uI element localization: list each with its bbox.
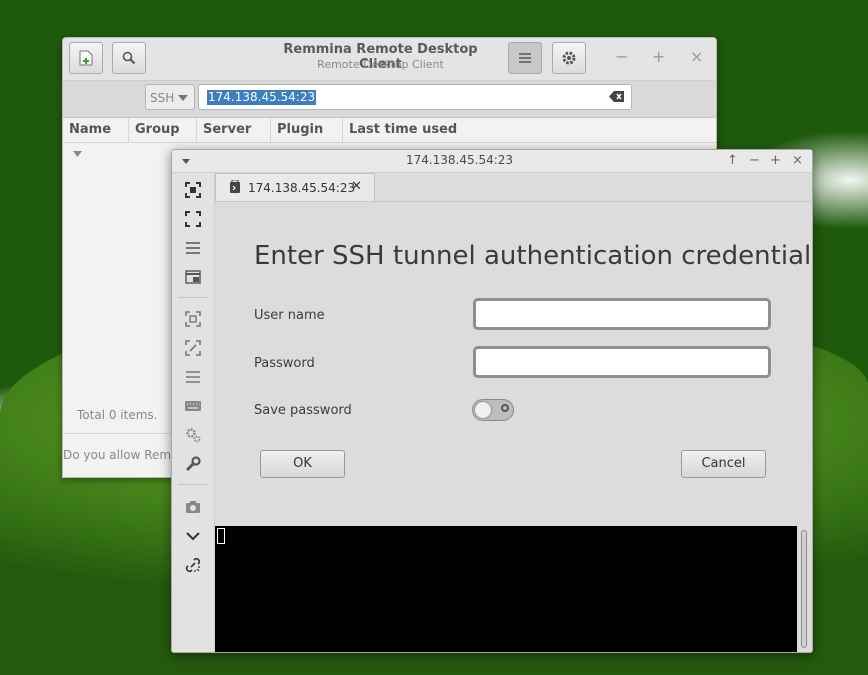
resize-icon (185, 340, 201, 356)
minimize-window-button[interactable] (182, 525, 204, 547)
connection-tabbar: 174.138.45.54:23 ✕ (215, 173, 812, 202)
main-header-bar: Remmina Remote Desktop Client Remote Des… (63, 38, 716, 81)
column-group[interactable]: Group (129, 118, 197, 142)
grab-keyboard-button[interactable] (182, 395, 204, 417)
keep-above-button[interactable]: ↑ (727, 153, 738, 168)
list-icon (186, 242, 200, 254)
new-document-icon (79, 50, 93, 66)
toggle-knob (474, 401, 492, 419)
window-subtitle: Remote Desktop Client (317, 58, 444, 71)
save-password-label: Save password (254, 403, 352, 418)
column-name[interactable]: Name (63, 118, 129, 157)
auth-dialog: Enter SSH tunnel authentication credenti… (215, 202, 812, 526)
connection-tab[interactable]: 174.138.45.54:23 ✕ (215, 173, 375, 201)
column-last-used[interactable]: Last time used (343, 118, 716, 142)
minimize-button[interactable]: − (615, 47, 628, 66)
tab-close-icon[interactable]: ✕ (351, 179, 362, 194)
minimize-button[interactable]: − (749, 153, 760, 168)
password-label: Password (254, 356, 315, 371)
status-divider (63, 433, 173, 434)
new-connection-button[interactable] (69, 42, 103, 74)
tools-button[interactable] (182, 453, 204, 475)
username-label: User name (254, 308, 325, 323)
toolbar-separator (178, 297, 208, 298)
fullscreen-icon (185, 211, 201, 227)
fit-window-icon (185, 182, 201, 198)
search-icon (122, 51, 136, 65)
scale-icon (185, 311, 201, 327)
scaled-mode-button[interactable] (182, 308, 204, 330)
protocol-value: SSH (150, 91, 175, 105)
connection-window: 174.138.45.54:23 ↑ − + × 174.138.45.54:2… (171, 149, 813, 653)
multi-monitor-button[interactable] (182, 266, 204, 288)
address-value: 174.138.45.54:23 (207, 90, 317, 105)
fit-window-button[interactable] (182, 179, 204, 201)
close-button[interactable]: × (690, 47, 703, 66)
auth-heading: Enter SSH tunnel authentication credenti… (254, 241, 813, 271)
gear-icon (562, 51, 576, 65)
screenshot-button[interactable] (182, 496, 204, 518)
connection-toolbar (172, 173, 215, 652)
menu-button[interactable] (508, 42, 542, 74)
close-button[interactable]: × (792, 153, 803, 168)
password-field[interactable] (473, 346, 771, 378)
disconnect-icon (185, 557, 201, 573)
total-items-label: Total 0 items. (77, 408, 158, 422)
connection-list-header: Name Group Server Plugin Last time used (63, 118, 716, 157)
chevron-down-icon (178, 95, 188, 101)
cancel-button[interactable]: Cancel (681, 450, 766, 478)
sort-down-icon (73, 151, 82, 157)
ssh-terminal-icon (230, 180, 240, 193)
address-input[interactable]: 174.138.45.54:23 (198, 84, 632, 110)
protocol-select[interactable]: SSH (145, 84, 195, 110)
tab-label: 174.138.45.54:23 (248, 181, 356, 195)
terminal-scrollbar[interactable] (797, 526, 812, 652)
preferences-button[interactable] (552, 42, 586, 74)
fullscreen-button[interactable] (182, 208, 204, 230)
connection-title: 174.138.45.54:23 (405, 153, 514, 167)
terminal-cursor (217, 528, 225, 544)
save-password-toggle[interactable] (472, 399, 514, 421)
toolbar-separator (178, 484, 208, 485)
wrench-icon (185, 456, 201, 472)
maximize-button[interactable]: + (652, 47, 665, 66)
gears-icon (186, 428, 201, 443)
switch-tab-button[interactable] (182, 237, 204, 259)
search-button[interactable] (112, 42, 146, 74)
maximize-button[interactable]: + (770, 153, 781, 168)
list-icon (186, 371, 200, 383)
quick-connect-bar: SSH 174.138.45.54:23 (63, 81, 716, 118)
toggle-off-indicator (501, 404, 509, 412)
preferences-button[interactable] (182, 424, 204, 446)
dynamic-resolution-button[interactable] (182, 337, 204, 359)
connection-title-bar: 174.138.45.54:23 ↑ − + × (172, 150, 812, 173)
disconnect-button[interactable] (182, 554, 204, 576)
column-plugin[interactable]: Plugin (271, 118, 343, 142)
scrollbar-thumb[interactable] (801, 530, 807, 648)
allow-message: Do you allow Remmina to (63, 448, 173, 462)
clear-text-icon[interactable] (609, 90, 625, 103)
chevron-down-icon (186, 531, 200, 540)
window-icon (185, 270, 201, 284)
username-field[interactable] (473, 298, 771, 330)
camera-icon (186, 501, 200, 513)
ok-button[interactable]: OK (260, 450, 345, 478)
hamburger-icon (519, 53, 531, 63)
keyboard-icon (185, 401, 201, 411)
terminal-area[interactable] (215, 526, 797, 652)
column-server[interactable]: Server (197, 118, 271, 142)
duplicate-button[interactable] (182, 366, 204, 388)
